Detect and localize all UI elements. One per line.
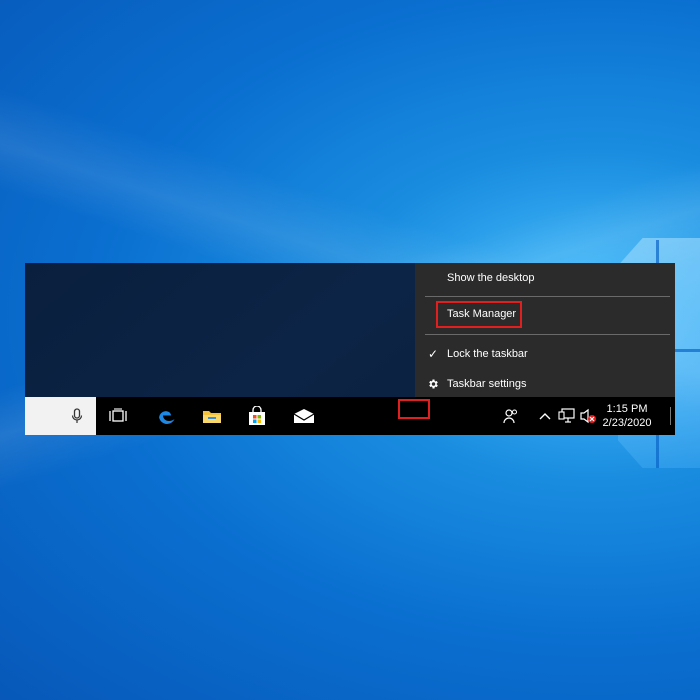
show-desktop-button[interactable]	[670, 407, 671, 425]
menu-item-label: Show the desktop	[447, 272, 535, 284]
desktop-screenshot: Show the desktop Task Manager ✓ Lock the…	[25, 263, 675, 435]
gear-icon	[426, 377, 440, 391]
taskbar-clock[interactable]: 1:15 PM 2/23/2020	[597, 402, 657, 430]
taskbar-click-marker	[398, 399, 430, 419]
menu-item-lock-taskbar[interactable]: ✓ Lock the taskbar	[415, 341, 675, 367]
edge-icon[interactable]	[155, 404, 179, 428]
task-view-icon[interactable]	[106, 404, 130, 428]
clock-date: 2/23/2020	[602, 417, 652, 429]
taskbar-context-menu: Show the desktop Task Manager ✓ Lock the…	[415, 263, 675, 397]
taskbar: 1:15 PM 2/23/2020	[25, 397, 675, 435]
microphone-icon[interactable]	[65, 404, 89, 428]
store-icon[interactable]	[245, 404, 269, 428]
menu-separator	[425, 334, 670, 335]
clock-time: 1:15 PM	[606, 403, 648, 415]
chevron-up-icon[interactable]	[533, 404, 557, 428]
mail-icon[interactable]	[292, 404, 316, 428]
file-explorer-icon[interactable]	[200, 404, 224, 428]
menu-separator	[425, 296, 670, 297]
menu-item-label: Taskbar settings	[447, 378, 527, 390]
people-icon[interactable]	[499, 404, 523, 428]
task-manager-highlight	[436, 301, 522, 328]
menu-item-show-desktop[interactable]: Show the desktop	[415, 265, 675, 291]
menu-item-taskbar-settings[interactable]: Taskbar settings	[415, 371, 675, 397]
menu-item-label: Lock the taskbar	[447, 348, 528, 360]
checkmark-icon: ✓	[427, 347, 439, 361]
